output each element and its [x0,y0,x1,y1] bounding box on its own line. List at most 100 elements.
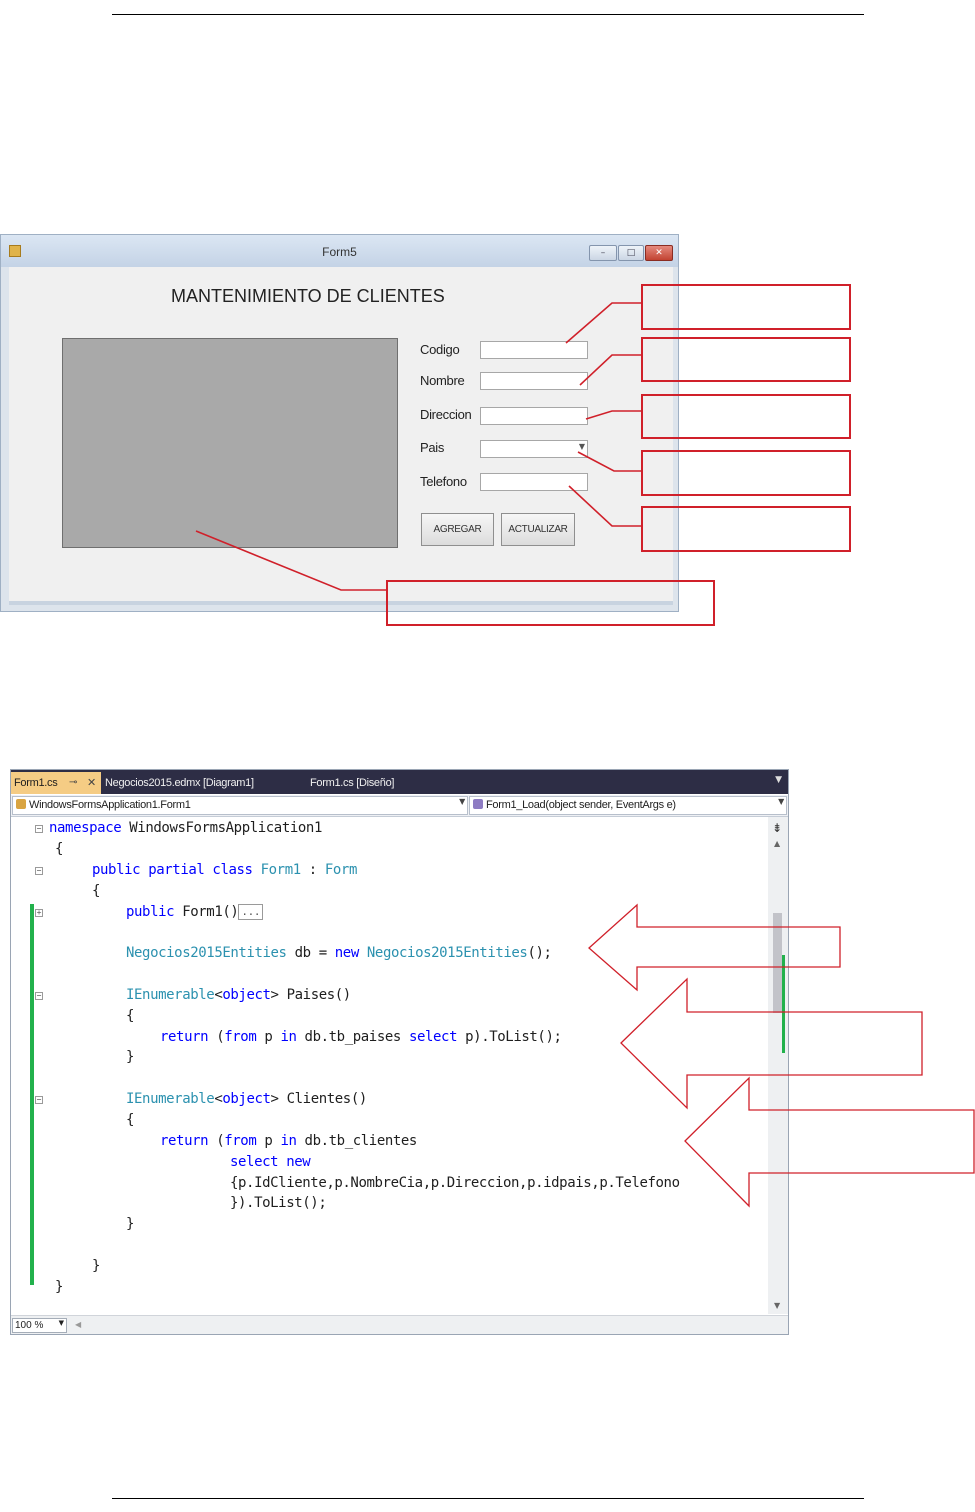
collapsed-region[interactable]: ... [238,904,264,920]
class-dropdown[interactable]: WindowsFormsApplication1.Form1 ▼ [12,796,468,815]
page-header-rule [112,14,864,15]
code-token: select [230,1154,279,1170]
code-token: new [334,945,359,961]
member-dropdown[interactable]: Form1_Load(object sender, EventArgs e) ▼ [469,796,787,815]
code-token: db.tb_paises [296,1029,409,1045]
tab-negocios-edmx[interactable]: Negocios2015.edmx [Diagram1] [105,772,254,794]
code-line: return (from p in db.tb_paises select p)… [160,1029,562,1045]
code-token: public partial class [92,862,253,878]
code-token: db = [286,945,335,961]
code-token: p).ToList(); [457,1029,562,1045]
scroll-thumb[interactable] [773,913,782,1013]
code-line: { [55,841,64,857]
chevron-down-icon[interactable]: ▼ [775,775,782,785]
code-line: IEnumerable<object> Clientes() [126,1091,367,1107]
code-token: in [280,1133,297,1149]
window-titlebar[interactable]: Form5 – □ ✕ [1,235,678,267]
callout-box-codigo [641,284,851,330]
direccion-textbox[interactable] [480,407,588,425]
change-marker [782,955,785,1053]
zoom-value: 100 % [15,1320,44,1331]
code-token: ( [208,1133,225,1149]
code-token: in [280,1029,297,1045]
method-icon [473,799,483,809]
code-token: IEnumerable [126,1091,215,1107]
code-token: > Clientes() [270,1091,368,1107]
expand-icon[interactable]: + [35,909,43,917]
maximize-button[interactable]: □ [618,245,644,261]
minimize-button[interactable]: – [589,245,617,261]
code-token: IEnumerable [126,987,215,1003]
code-token: from [224,1029,257,1045]
code-line: namespace WindowsFormsApplication1 [49,820,322,836]
code-token: object [222,1091,271,1107]
code-token: Form1() [174,904,239,920]
code-area[interactable]: − − + − − namespace WindowsFormsApplicat… [11,817,767,1314]
chevron-down-icon: ▼ [459,797,465,806]
callout-box-direccion [641,394,851,439]
code-token: object [222,987,271,1003]
close-icon[interactable]: ✕ [87,772,96,794]
member-dropdown-value: Form1_Load(object sender, EventArgs e) [486,799,676,811]
scroll-up-icon[interactable]: ▲ [774,839,780,848]
agregar-button[interactable]: AGREGAR [421,513,494,546]
chevron-down-icon: ▼ [578,442,585,451]
collapse-icon[interactable]: − [35,867,43,875]
code-line: public partial class Form1 : Form [92,862,357,878]
code-token: public [126,904,175,920]
code-token: db.tb_clientes [296,1133,418,1149]
vertical-scrollbar[interactable]: ⇟ ▲ ▼ [768,817,788,1314]
nombre-textbox[interactable] [480,372,588,390]
zoom-dropdown[interactable]: 100 % ▼ [12,1318,67,1333]
code-token: : [300,862,325,878]
nombre-label: Nombre [420,373,465,388]
page-footer-rule [112,1498,864,1499]
code-token: p [256,1133,281,1149]
code-line: Negocios2015Entities db = new Negocios20… [126,945,552,961]
clientes-datagridview[interactable] [62,338,398,548]
code-line: } [92,1258,101,1274]
codigo-label: Codigo [420,342,460,357]
code-token: ( [208,1029,225,1045]
code-token: p [256,1029,281,1045]
pin-icon[interactable]: ⊸ [69,772,77,794]
code-line: { [92,883,101,899]
codigo-textbox[interactable] [480,341,588,359]
code-token: Form [324,862,358,878]
code-line: } [55,1279,64,1295]
editor-status-bar: 100 % ▼ ◀ [11,1315,788,1334]
change-marker [30,904,34,1285]
code-line: public Form1()... [126,904,264,920]
code-token: namespace [49,820,122,836]
code-token: Negocios2015Entities [126,945,287,961]
code-line: } [126,1216,135,1232]
callout-box-pais [641,450,851,496]
window-title: Form5 [322,245,357,259]
code-line: IEnumerable<object> Paises() [126,987,351,1003]
telefono-label: Telefono [420,474,467,489]
tab-form1-cs[interactable]: Form1.cs ⊸ ✕ [11,772,101,794]
code-token: Form1 [260,862,302,878]
collapse-icon[interactable]: − [35,1096,43,1104]
code-line: }).ToList(); [230,1195,327,1211]
pais-combobox[interactable]: ▼ [480,440,588,458]
code-editor-window: Form1.cs ⊸ ✕ Negocios2015.edmx [Diagram1] … [10,769,789,1335]
collapse-icon[interactable]: − [35,825,43,833]
collapse-icon[interactable]: − [35,992,43,1000]
callout-box-datagrid [386,580,715,626]
navigation-bar: WindowsFormsApplication1.Form1 ▼ Form1_Lo… [11,795,788,817]
close-button[interactable]: ✕ [645,245,673,261]
code-line: { [126,1112,135,1128]
code-token: from [224,1133,257,1149]
actualizar-button[interactable]: ACTUALIZAR [501,513,575,546]
form-heading-text: MANTENIMIENTO DE CLIENTES [171,286,445,306]
telefono-textbox[interactable] [480,473,588,491]
document-tab-bar: Form1.cs ⊸ ✕ Negocios2015.edmx [Diagram1] … [11,770,788,794]
class-dropdown-value: WindowsFormsApplication1.Form1 [29,799,191,811]
split-icon[interactable]: ⇟ [772,821,782,835]
chevron-down-icon: ▼ [58,1319,64,1327]
scroll-left-icon[interactable]: ◀ [75,1320,81,1329]
scroll-down-icon[interactable]: ▼ [774,1301,780,1310]
tab-form1-design[interactable]: Form1.cs [Diseño] [310,772,394,794]
code-line: { [126,1008,135,1024]
